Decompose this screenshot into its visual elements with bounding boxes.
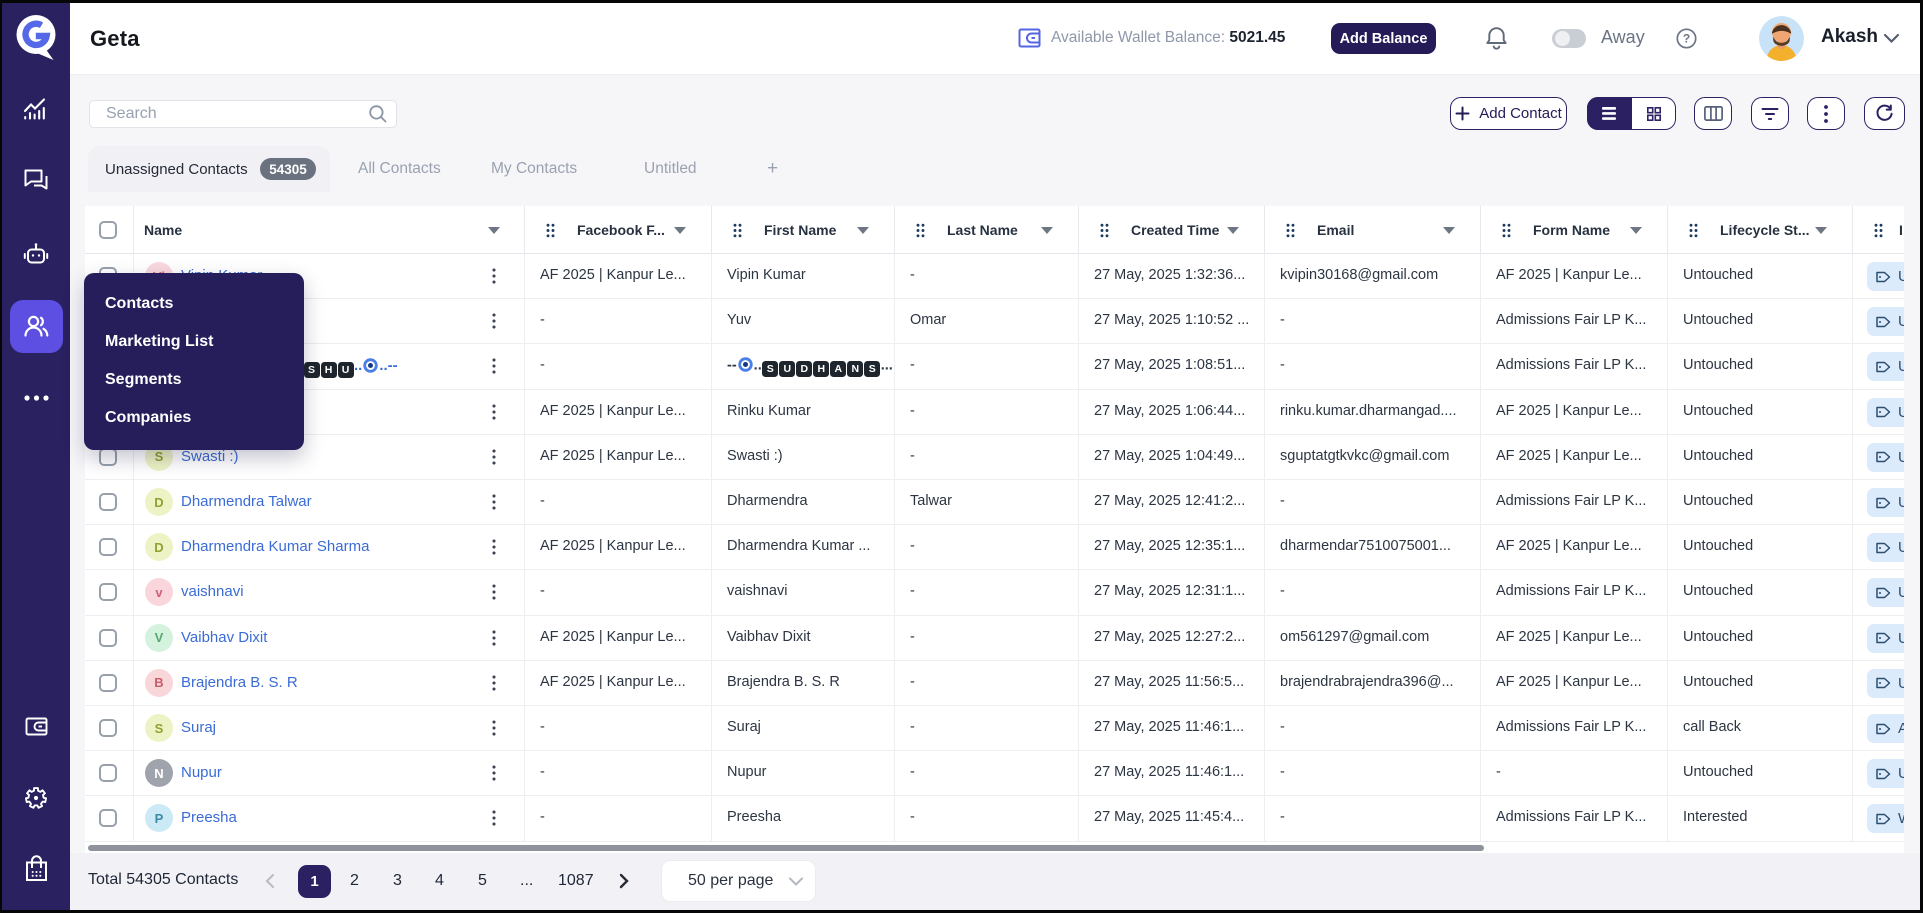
svg-text:?: ? [1683,32,1690,46]
